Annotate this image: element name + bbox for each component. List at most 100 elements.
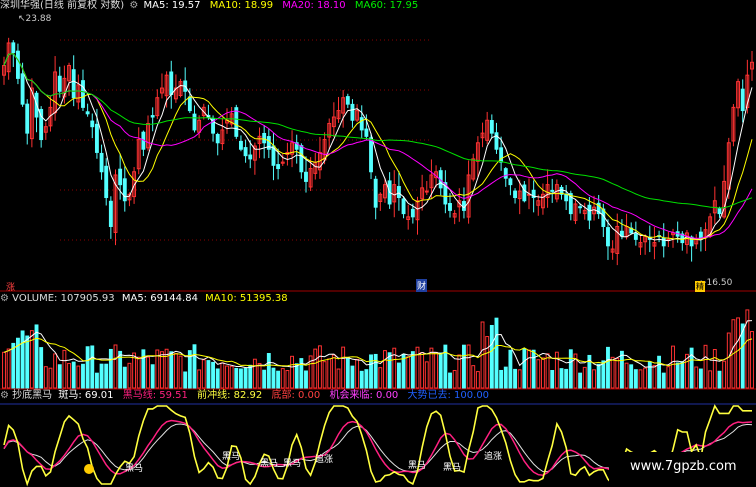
dashi-label: 大势已去: 100.00 bbox=[407, 390, 490, 401]
volume-bar bbox=[698, 368, 703, 389]
settings-gear-icon[interactable]: ⚙ bbox=[129, 0, 138, 11]
signal-label: 追涨 bbox=[484, 452, 503, 462]
volume-bar bbox=[475, 371, 480, 389]
candle-body bbox=[85, 111, 90, 115]
volume-bar bbox=[647, 361, 652, 389]
volume-bar bbox=[638, 369, 643, 389]
volume-bar bbox=[615, 357, 620, 389]
candle-body bbox=[410, 208, 415, 218]
volume-bar bbox=[136, 356, 141, 389]
volume-bar bbox=[150, 364, 155, 389]
volume-bar bbox=[304, 370, 308, 389]
volume-bar bbox=[610, 356, 615, 389]
volume-bar bbox=[457, 354, 462, 389]
volume-bar bbox=[452, 369, 457, 389]
volume-bar bbox=[434, 351, 439, 389]
candle-body bbox=[104, 165, 109, 199]
volume-bar bbox=[694, 366, 699, 389]
volume-bar bbox=[173, 353, 178, 389]
dibu-label: 底部: 0.00 bbox=[271, 390, 321, 401]
volume-bar bbox=[53, 353, 58, 389]
volume-bar bbox=[420, 352, 425, 389]
volume-bar bbox=[601, 360, 606, 389]
volume-bar bbox=[489, 324, 494, 389]
candle-body bbox=[508, 178, 513, 186]
indicator-gear-icon[interactable]: ⚙ bbox=[0, 390, 9, 401]
volume-bar bbox=[466, 344, 471, 389]
volume-bar bbox=[582, 366, 587, 389]
volume-bar bbox=[201, 359, 206, 389]
volume-bar bbox=[99, 363, 104, 389]
volume-bar bbox=[568, 349, 573, 389]
volume-bar bbox=[596, 363, 601, 389]
volume-bar bbox=[550, 370, 555, 389]
volume-bar bbox=[578, 372, 583, 389]
volume-bar bbox=[178, 355, 183, 389]
candle-body bbox=[122, 178, 127, 202]
volume-bar bbox=[708, 370, 713, 389]
volume-bar bbox=[331, 354, 336, 389]
volume-bar bbox=[71, 361, 76, 389]
signal-label: 黑马 bbox=[283, 459, 302, 469]
stock-title: 深圳华强(日线 前复权 对数) bbox=[0, 0, 125, 11]
volume-bar bbox=[104, 363, 109, 389]
marker-jing[interactable]: 精 bbox=[695, 281, 705, 292]
volume-bar bbox=[494, 317, 499, 389]
volume-bar bbox=[471, 365, 476, 389]
signal-label: 黑马 bbox=[408, 461, 427, 471]
volume-bar bbox=[703, 344, 708, 389]
volume-bar bbox=[160, 351, 164, 389]
marker-zhang[interactable]: 涨 bbox=[6, 280, 15, 293]
candle-body bbox=[448, 203, 452, 211]
candle-body bbox=[71, 69, 76, 99]
smiley-icon bbox=[84, 464, 94, 474]
volume-bar bbox=[378, 367, 383, 389]
volume-bar bbox=[438, 352, 443, 389]
volume-bar bbox=[336, 368, 341, 389]
volume-bar bbox=[67, 362, 71, 389]
volume-bar bbox=[192, 344, 197, 389]
volume-bar bbox=[675, 362, 680, 389]
candle-body bbox=[587, 204, 592, 221]
grid-lines bbox=[0, 39, 756, 405]
volume-bar bbox=[197, 369, 202, 389]
price-candles bbox=[2, 37, 754, 266]
volume-bar bbox=[517, 369, 522, 389]
marker-cai[interactable]: 财 bbox=[416, 279, 428, 292]
candle-body bbox=[661, 237, 666, 247]
candle-body bbox=[633, 233, 638, 240]
volume-gear-icon[interactable]: ⚙ bbox=[0, 293, 9, 304]
candle-body bbox=[359, 117, 364, 131]
candle-body bbox=[234, 107, 239, 137]
volume-bar bbox=[113, 344, 118, 389]
volume-bar bbox=[619, 350, 624, 389]
candle-body bbox=[740, 88, 745, 112]
volume-bar bbox=[146, 356, 150, 389]
qianchong-label: 前冲线: 82.92 bbox=[197, 390, 263, 401]
volume-bar bbox=[6, 348, 11, 389]
ma5-label: MA5: 19.57 bbox=[143, 0, 201, 11]
volume-bar bbox=[373, 353, 378, 389]
volume-bar bbox=[359, 370, 364, 389]
candle-body bbox=[513, 190, 517, 199]
volume-bar bbox=[508, 349, 513, 389]
volume-bar bbox=[717, 370, 722, 389]
candle-body bbox=[489, 120, 494, 134]
volume-bar bbox=[606, 346, 610, 389]
volume-bar bbox=[462, 344, 466, 389]
volume-bar bbox=[652, 364, 657, 389]
volume-bar bbox=[11, 342, 16, 389]
volume-bar bbox=[206, 360, 211, 389]
candle-body bbox=[90, 120, 95, 128]
volume-bar bbox=[248, 364, 253, 389]
candle-body bbox=[350, 103, 355, 121]
high-price-label: ↖23.88 bbox=[18, 14, 52, 24]
candle-body bbox=[717, 208, 722, 215]
banma-label: 斑马: 69.01 bbox=[58, 390, 114, 401]
ma60-label: MA60: 17.95 bbox=[354, 0, 419, 11]
volume-bar bbox=[554, 351, 559, 389]
volume-bar bbox=[341, 346, 346, 389]
candle-body bbox=[150, 115, 155, 118]
volume-bar bbox=[229, 365, 234, 389]
candle-body bbox=[550, 189, 555, 192]
